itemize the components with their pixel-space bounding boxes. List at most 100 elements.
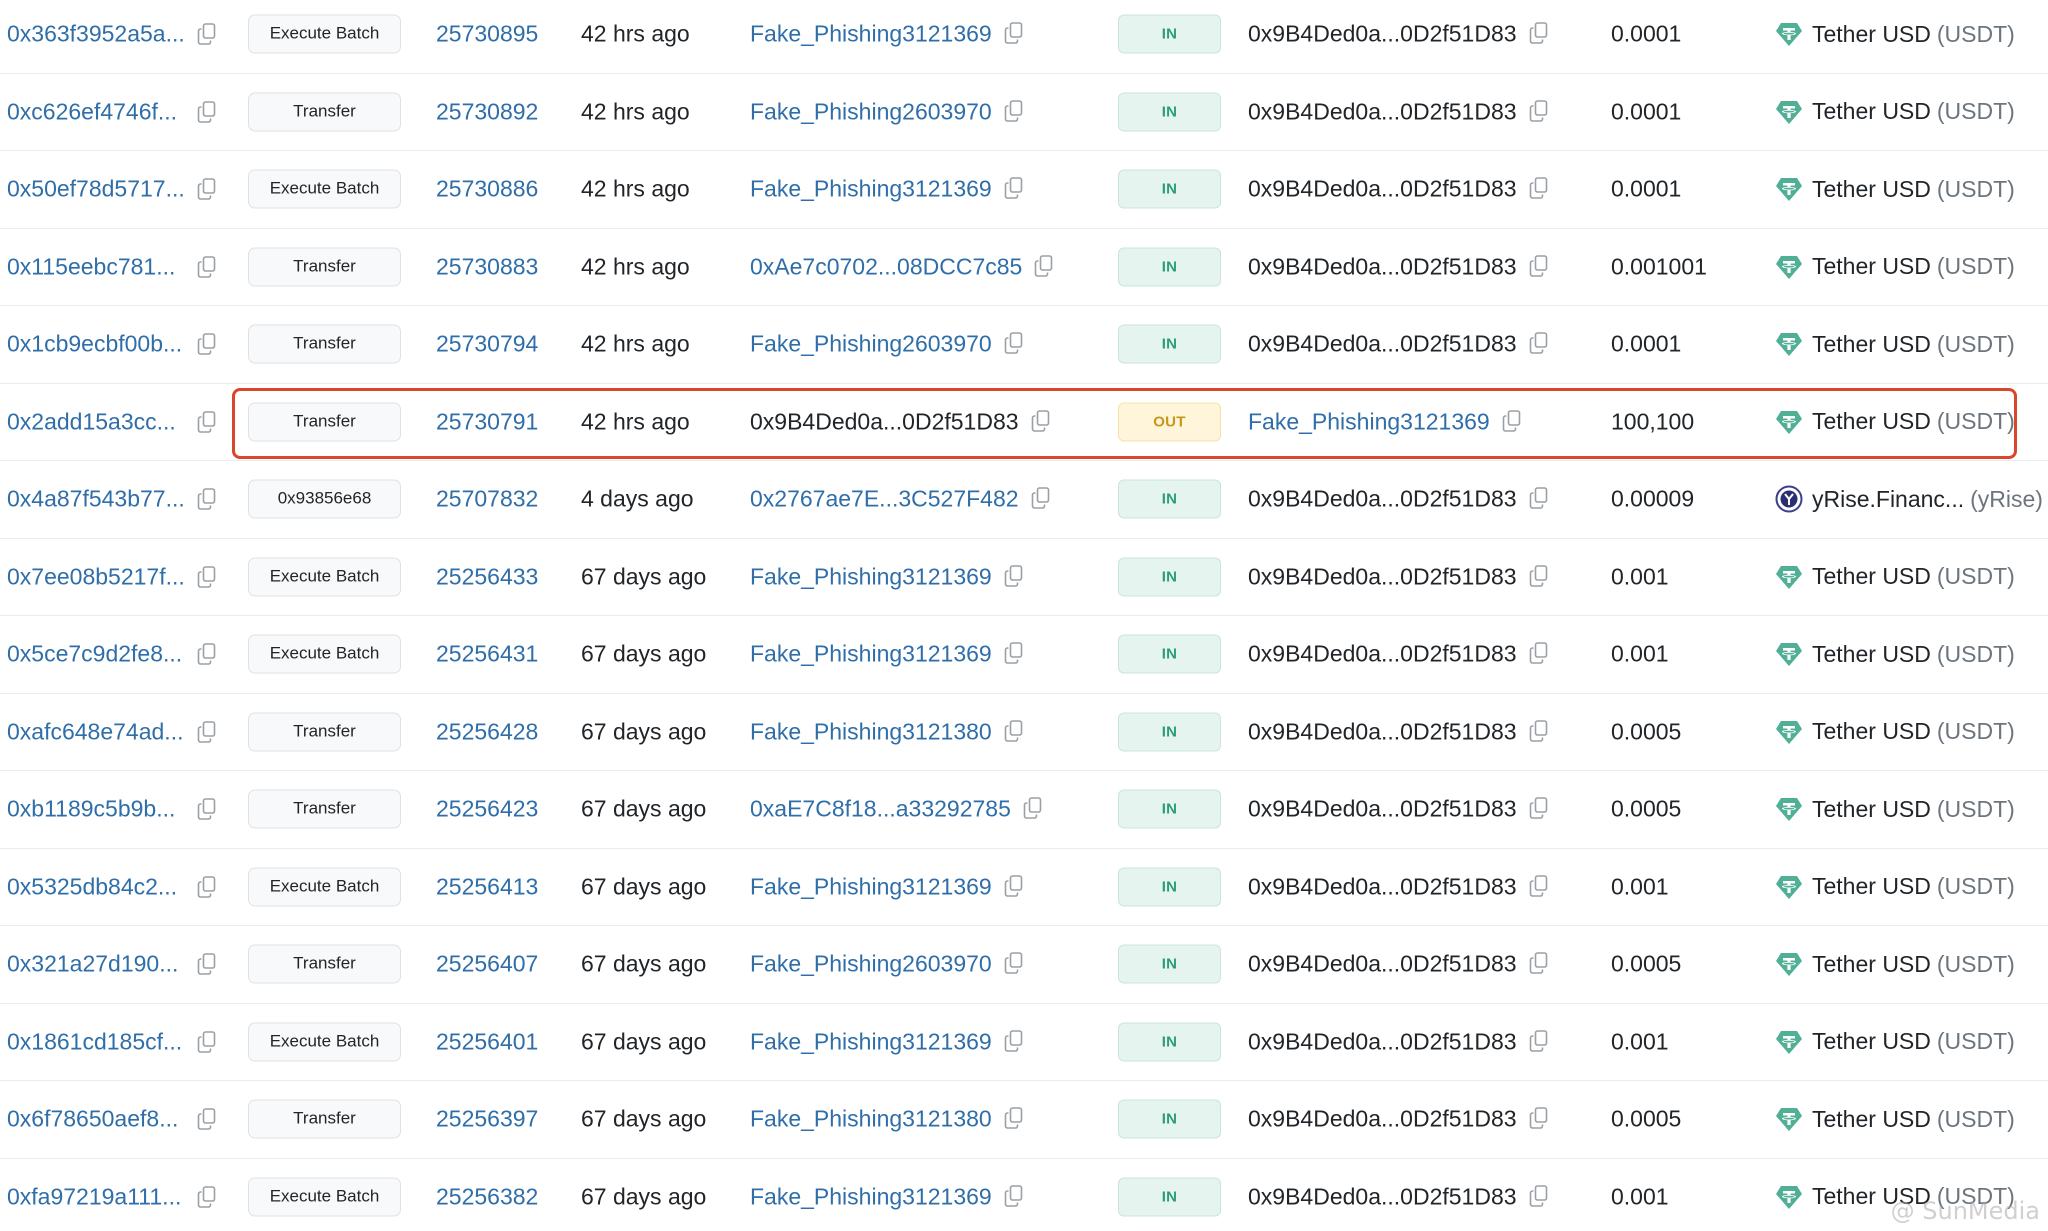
copy-icon[interactable] [1529,719,1549,742]
copy-icon[interactable] [1004,1029,1024,1052]
block-number-link[interactable]: 25256413 [436,873,538,900]
from-address-link[interactable]: Fake_Phishing3121380 [750,718,992,744]
to-address-link[interactable]: 0x9B4Ded0a...0D2f51D83 [1248,1106,1517,1132]
copy-icon[interactable] [1004,332,1024,355]
token-link[interactable]: Tether USD (USDT) [1775,253,2015,281]
txn-hash-link[interactable]: 0x5325db84c2... [7,873,177,900]
token-link[interactable]: Tether USD (USDT) [1775,718,2015,746]
copy-icon[interactable] [197,488,217,511]
from-address-link[interactable]: Fake_Phishing3121380 [750,1106,992,1132]
token-link[interactable]: Tether USD (USDT) [1775,175,2015,203]
from-address-link[interactable]: Fake_Phishing2603970 [750,331,992,357]
copy-icon[interactable] [1004,564,1024,587]
copy-icon[interactable] [1004,874,1024,897]
copy-icon[interactable] [1004,1184,1024,1207]
to-address-link[interactable]: 0x9B4Ded0a...0D2f51D83 [1248,253,1517,279]
copy-icon[interactable] [1529,254,1549,277]
copy-icon[interactable] [1529,487,1549,510]
copy-icon[interactable] [1004,719,1024,742]
copy-icon[interactable] [1004,99,1024,122]
txn-hash-link[interactable]: 0x1861cd185cf... [7,1028,182,1055]
to-address-link[interactable]: 0x9B4Ded0a...0D2f51D83 [1248,486,1517,512]
txn-hash-link[interactable]: 0x4a87f543b77... [7,486,185,513]
token-link[interactable]: Tether USD (USDT) [1775,640,2015,668]
from-address-link[interactable]: Fake_Phishing3121369 [750,1183,992,1209]
to-address-link[interactable]: 0x9B4Ded0a...0D2f51D83 [1248,718,1517,744]
copy-icon[interactable] [197,178,217,201]
from-address-link[interactable]: Fake_Phishing3121369 [750,873,992,899]
from-address-link[interactable]: Fake_Phishing2603970 [750,951,992,977]
from-address-link[interactable]: 0xaE7C8f18...a33292785 [750,796,1011,822]
to-address-link[interactable]: 0x9B4Ded0a...0D2f51D83 [1248,176,1517,202]
copy-icon[interactable] [1004,177,1024,200]
copy-icon[interactable] [197,565,217,588]
copy-icon[interactable] [1031,487,1051,510]
copy-icon[interactable] [197,410,217,433]
from-address-link[interactable]: Fake_Phishing2603970 [750,98,992,124]
copy-icon[interactable] [197,255,217,278]
copy-icon[interactable] [197,1108,217,1131]
txn-hash-link[interactable]: 0xc626ef4746f... [7,98,177,125]
copy-icon[interactable] [1529,874,1549,897]
block-number-link[interactable]: 25730794 [436,331,538,358]
block-number-link[interactable]: 25256397 [436,1106,538,1133]
txn-hash-link[interactable]: 0x1cb9ecbf00b... [7,331,182,358]
from-address-link[interactable]: Fake_Phishing3121369 [750,176,992,202]
copy-icon[interactable] [197,23,217,46]
block-number-link[interactable]: 25730886 [436,176,538,203]
txn-hash-link[interactable]: 0x50ef78d5717... [7,176,185,203]
copy-icon[interactable] [1004,952,1024,975]
copy-icon[interactable] [1004,642,1024,665]
from-address-link[interactable]: Fake_Phishing3121369 [750,563,992,589]
from-address-link[interactable]: 0x2767ae7E...3C527F482 [750,486,1019,512]
token-link[interactable]: Tether USD (USDT) [1775,1105,2015,1133]
txn-hash-link[interactable]: 0x321a27d190... [7,951,178,978]
txn-hash-link[interactable]: 0x2add15a3cc... [7,408,176,435]
copy-icon[interactable] [1529,332,1549,355]
from-address-link[interactable]: Fake_Phishing3121369 [750,1028,992,1054]
block-number-link[interactable]: 25707832 [436,486,538,513]
to-address-link[interactable]: 0x9B4Ded0a...0D2f51D83 [1248,641,1517,667]
from-address-link[interactable]: Fake_Phishing3121369 [750,21,992,47]
block-number-link[interactable]: 25256401 [436,1028,538,1055]
txn-hash-link[interactable]: 0x7ee08b5217f... [7,563,185,590]
block-number-link[interactable]: 25730895 [436,21,538,48]
copy-icon[interactable] [1004,1107,1024,1130]
copy-icon[interactable] [1529,99,1549,122]
to-address-link[interactable]: 0x9B4Ded0a...0D2f51D83 [1248,1183,1517,1209]
txn-hash-link[interactable]: 0xb1189c5b9b... [7,796,175,823]
txn-hash-link[interactable]: 0x115eebc781... [7,253,175,280]
block-number-link[interactable]: 25256382 [436,1183,538,1210]
to-address-link[interactable]: 0x9B4Ded0a...0D2f51D83 [1248,796,1517,822]
to-address-link[interactable]: 0x9B4Ded0a...0D2f51D83 [1248,331,1517,357]
copy-icon[interactable] [197,643,217,666]
token-link[interactable]: Tether USD (USDT) [1775,1028,2015,1056]
block-number-link[interactable]: 25256428 [436,718,538,745]
block-number-link[interactable]: 25256431 [436,641,538,668]
block-number-link[interactable]: 25730892 [436,98,538,125]
copy-icon[interactable] [1529,1107,1549,1130]
token-link[interactable]: Tether USD (USDT) [1775,950,2015,978]
copy-icon[interactable] [1529,564,1549,587]
from-address-link[interactable]: 0xAe7c0702...08DCC7c85 [750,253,1022,279]
block-number-link[interactable]: 25256423 [436,796,538,823]
to-address-link[interactable]: 0x9B4Ded0a...0D2f51D83 [1248,563,1517,589]
token-link[interactable]: Tether USD (USDT) [1775,98,2015,126]
copy-icon[interactable] [1529,1184,1549,1207]
copy-icon[interactable] [197,1030,217,1053]
copy-icon[interactable] [197,798,217,821]
block-number-link[interactable]: 25256407 [436,951,538,978]
copy-icon[interactable] [1529,642,1549,665]
to-address-link[interactable]: 0x9B4Ded0a...0D2f51D83 [1248,951,1517,977]
token-link[interactable]: yRise.Financ... (yRise) [1775,485,2043,513]
copy-icon[interactable] [1529,177,1549,200]
copy-icon[interactable] [1529,22,1549,45]
to-address-link[interactable]: 0x9B4Ded0a...0D2f51D83 [1248,873,1517,899]
to-address-link[interactable]: 0x9B4Ded0a...0D2f51D83 [1248,98,1517,124]
token-link[interactable]: Tether USD (USDT) [1775,20,2015,48]
copy-icon[interactable] [197,333,217,356]
token-link[interactable]: Tether USD (USDT) [1775,795,2015,823]
txn-hash-link[interactable]: 0x363f3952a5a... [7,21,185,48]
copy-icon[interactable] [1529,797,1549,820]
txn-hash-link[interactable]: 0x6f78650aef8... [7,1106,178,1133]
